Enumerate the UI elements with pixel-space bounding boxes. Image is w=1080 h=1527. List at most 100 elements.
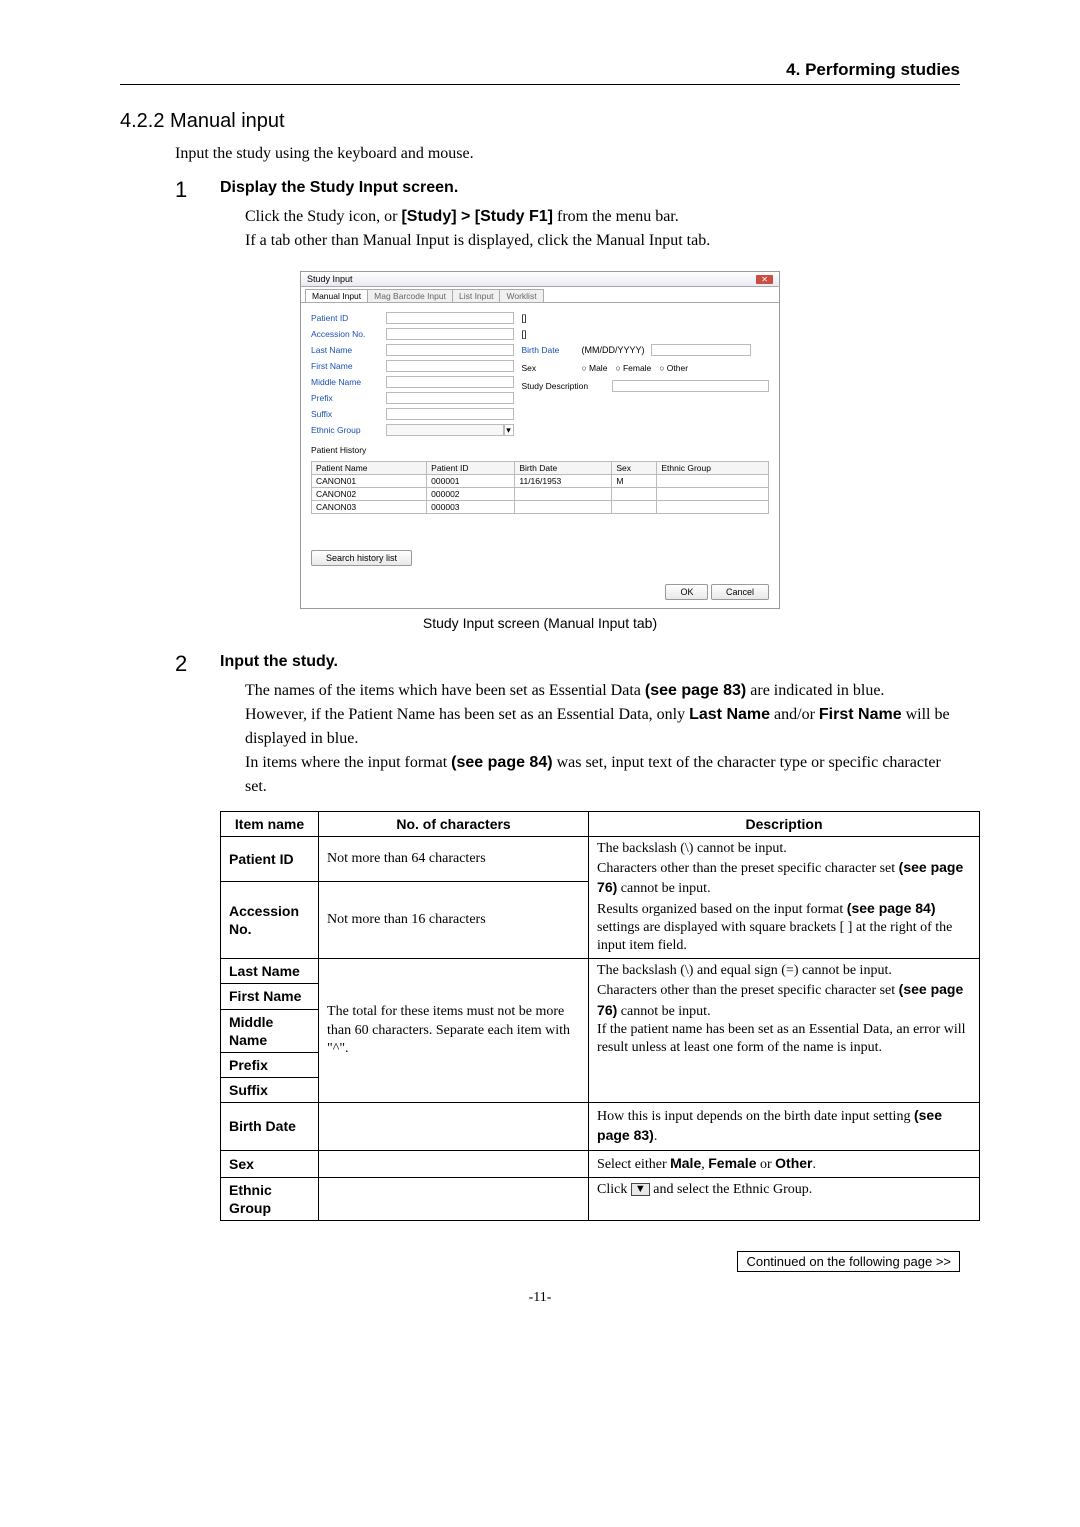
close-icon: ✕: [756, 275, 773, 284]
input-suffix: [386, 408, 514, 420]
item-sex: Sex: [221, 1150, 319, 1177]
cell: [612, 501, 657, 514]
cell: 000001: [427, 475, 515, 488]
step2-p2a: However, if the Patient Name has been se…: [245, 706, 689, 723]
input-patient-id: [386, 312, 514, 324]
step2-p3b: (see page 84): [451, 754, 552, 771]
d1a: The backslash (\) cannot be input.: [597, 841, 787, 856]
step2-p1b: (see page 83): [645, 682, 746, 699]
cell: [515, 501, 612, 514]
input-birthdate: [651, 344, 751, 356]
th-item: Item name: [221, 812, 319, 837]
cell: [515, 488, 612, 501]
th-desc: Description: [589, 812, 980, 837]
item-patient-id: Patient ID: [221, 837, 319, 882]
dsf: Other: [775, 1155, 812, 1171]
item-middlename: Middle Name: [221, 1009, 319, 1052]
dbc: .: [654, 1129, 658, 1144]
ss-body: Patient ID Accession No. Last Name First…: [301, 303, 779, 578]
desc-ethnic: Click ▼ and select the Ethnic Group.: [589, 1177, 980, 1220]
ss-footer: OK Cancel: [301, 578, 779, 608]
dsg: .: [813, 1157, 817, 1172]
lbl-middlename: Middle Name: [311, 377, 386, 387]
th-name: Patient Name: [312, 462, 427, 475]
table-row: CANON0100000111/16/1953M: [312, 475, 769, 488]
ss-tab-worklist: Worklist: [499, 289, 543, 302]
num-ethnic: [319, 1177, 589, 1220]
item-lastname: Last Name: [221, 959, 319, 984]
num-accession: Not more than 16 characters: [319, 881, 589, 958]
dnd: cannot be input.: [617, 1004, 710, 1019]
screenshot-wrap: Study Input ✕ Manual InputMag Barcode In…: [120, 271, 960, 609]
chapter-header: 4. Performing studies: [120, 60, 960, 85]
item-firstname: First Name: [221, 984, 319, 1009]
ss-tabs: Manual InputMag Barcode InputList InputW…: [301, 287, 779, 303]
dsd: Female: [708, 1155, 756, 1171]
lbl-birthfmt: (MM/DD/YYYY): [582, 345, 645, 355]
deb: and select the Ethnic Group.: [650, 1182, 813, 1197]
cell: [657, 488, 769, 501]
dsb: Male: [670, 1155, 701, 1171]
num-names: The total for these items must not be mo…: [319, 959, 589, 1103]
d1b: Characters other than the preset specifi…: [597, 861, 899, 876]
item-suffix: Suffix: [221, 1078, 319, 1103]
step-1-title: Display the Study Input screen.: [220, 179, 960, 197]
step1-line1b: [Study] > [Study F1]: [401, 208, 553, 225]
ss-window-title: Study Input: [307, 274, 353, 284]
dsa: Select either: [597, 1157, 670, 1172]
cell: [612, 488, 657, 501]
dse: or: [756, 1157, 775, 1172]
table-row: CANON03000003: [312, 501, 769, 514]
step2-p2d: First Name: [819, 706, 902, 723]
step-2-number: 2: [175, 653, 220, 811]
d1e: Results organized based on the input for…: [597, 902, 847, 917]
step-2: 2 Input the study. The names of the item…: [175, 653, 960, 811]
history-table: Patient Name Patient ID Birth Date Sex E…: [311, 461, 769, 514]
ss-tab-mag: Mag Barcode Input: [367, 289, 453, 302]
step1-line1a: Click the Study icon, or: [245, 208, 401, 225]
radio-female: Female: [615, 363, 651, 373]
item-prefix: Prefix: [221, 1052, 319, 1077]
step2-p1c: are indicated in blue.: [746, 682, 884, 699]
item-birthdate: Birth Date: [221, 1103, 319, 1150]
table-row: CANON02000002: [312, 488, 769, 501]
input-lastname: [386, 344, 514, 356]
bracket-2: []: [522, 329, 527, 339]
ss-tab-list: List Input: [452, 289, 501, 302]
step-1-number: 1: [175, 179, 220, 265]
continued-box: Continued on the following page >>: [737, 1251, 960, 1272]
th-birth: Birth Date: [515, 462, 612, 475]
cell: 11/16/1953: [515, 475, 612, 488]
lbl-suffix: Suffix: [311, 409, 386, 419]
num-birth: [319, 1103, 589, 1150]
page-number: -11-: [120, 1290, 960, 1306]
lbl-patient-id: Patient ID: [311, 313, 386, 323]
cell: 000003: [427, 501, 515, 514]
input-middlename: [386, 376, 514, 388]
input-accession: [386, 328, 514, 340]
dropdown-icon: ▼: [631, 1183, 650, 1196]
lbl-accession: Accession No.: [311, 329, 386, 339]
ss-window-buttons: ✕: [756, 274, 773, 284]
continued-wrap: Continued on the following page >>: [120, 1251, 960, 1272]
cancel-button: Cancel: [711, 584, 769, 600]
d1d: cannot be input.: [617, 881, 710, 896]
step-1-text: Click the Study icon, or [Study] > [Stud…: [245, 205, 960, 253]
ss-tab-manual: Manual Input: [305, 289, 368, 302]
dnb: Characters other than the preset specifi…: [597, 983, 899, 998]
lbl-firstname: First Name: [311, 361, 386, 371]
dropdown-icon: ▾: [504, 424, 514, 436]
cell: 000002: [427, 488, 515, 501]
step1-line2: If a tab other than Manual Input is disp…: [245, 229, 960, 253]
num-patient-id: Not more than 64 characters: [319, 837, 589, 882]
screenshot-caption: Study Input screen (Manual Input tab): [120, 615, 960, 631]
radio-other: Other: [659, 363, 688, 373]
th-ethnic: Ethnic Group: [657, 462, 769, 475]
input-prefix: [386, 392, 514, 404]
lbl-history: Patient History: [311, 445, 366, 455]
input-firstname: [386, 360, 514, 372]
ss-titlebar: Study Input ✕: [301, 272, 779, 287]
cell: CANON02: [312, 488, 427, 501]
desc-names: The backslash (\) and equal sign (=) can…: [589, 959, 980, 1103]
desc-block1: The backslash (\) cannot be input. Chara…: [589, 837, 980, 959]
